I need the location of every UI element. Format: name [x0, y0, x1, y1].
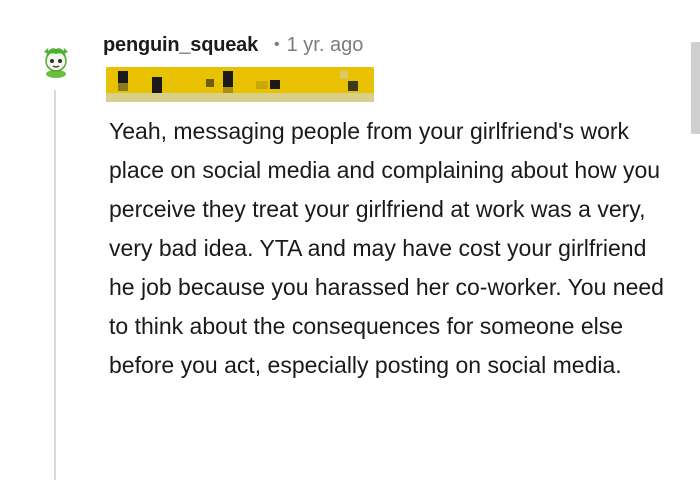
comment-timestamp[interactable]: 1 yr. ago — [287, 34, 364, 57]
comment-header: penguin_squeak • 1 yr. ago — [103, 32, 363, 58]
separator-dot: • — [274, 36, 280, 53]
user-avatar-icon[interactable] — [40, 44, 72, 78]
comment-body-text: Yeah, messaging people from your girlfri… — [109, 118, 664, 378]
username-link[interactable]: penguin_squeak — [103, 34, 258, 57]
thread-collapse-line[interactable] — [54, 90, 56, 480]
snoo-avatar-icon — [44, 48, 68, 78]
scrollbar-thumb[interactable] — [691, 42, 700, 134]
user-flair-redacted — [106, 65, 374, 103]
